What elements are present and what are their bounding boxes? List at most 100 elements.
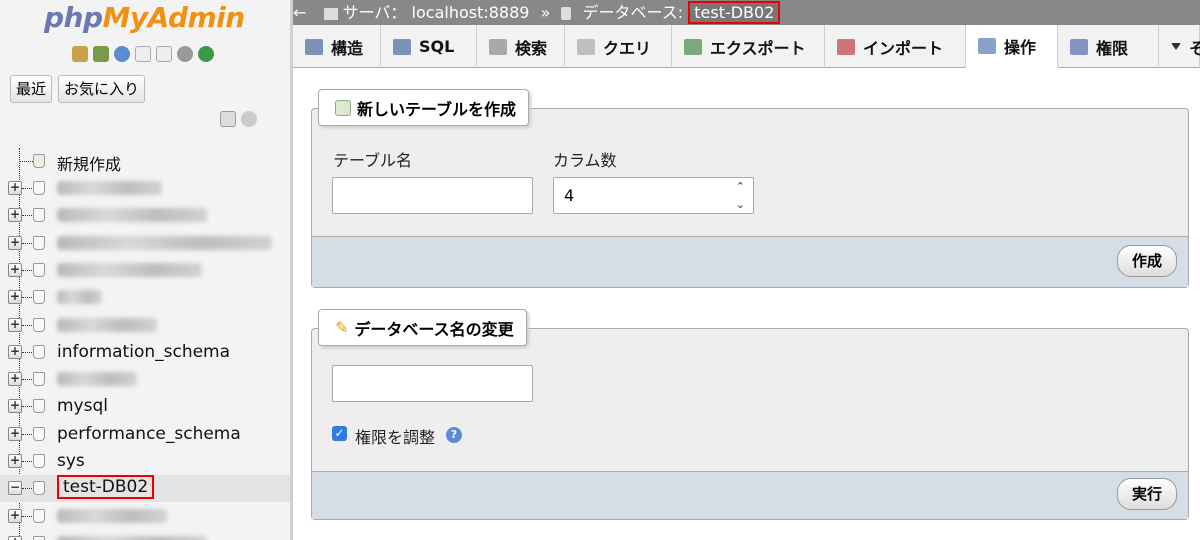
redacted-db-name (57, 535, 207, 540)
sidebar-db-item[interactable]: + (0, 312, 290, 339)
sidebar-db-item[interactable]: + performance_schema (0, 421, 290, 448)
database-icon (33, 262, 45, 277)
redacted-db-name (57, 372, 137, 387)
rename-db-legend: ✎ データベース名の変更 (318, 309, 527, 346)
sidebar-db-item[interactable]: + mysql (0, 393, 290, 420)
sidebar-db-item[interactable]: + (0, 366, 290, 393)
redacted-db-name (57, 208, 207, 223)
adjust-privileges-checkbox[interactable]: ✓ (332, 426, 347, 441)
new-db-name-input[interactable] (332, 365, 533, 402)
expand-icon[interactable]: + (8, 372, 22, 387)
server-icon (323, 7, 338, 20)
structure-icon (305, 38, 323, 55)
docs-icon[interactable] (135, 46, 151, 62)
create-table-footer (312, 236, 1188, 287)
favorites-button[interactable]: お気に入り (58, 75, 146, 103)
sidebar-resizer[interactable] (290, 0, 293, 540)
tab-sql[interactable]: SQL (381, 25, 477, 68)
redacted-db-name (57, 317, 157, 332)
expand-icon[interactable]: + (8, 235, 22, 250)
sql-icon (393, 38, 411, 55)
expand-icon[interactable]: + (8, 399, 22, 414)
table-name-input[interactable] (332, 177, 533, 214)
expand-icon[interactable]: + (8, 344, 22, 359)
db-name: test-DB02 (57, 475, 155, 500)
expand-icon[interactable]: + (8, 317, 22, 332)
tree-connector (22, 324, 32, 326)
db-name: information_schema (57, 341, 231, 362)
navigation-sidebar: phpMyAdmin 最近 お気に入り 新規作成 + + + + + + + informati… (0, 0, 290, 540)
sidebar-db-item[interactable]: + sys (0, 448, 290, 475)
tab-query[interactable]: クエリ (565, 25, 672, 68)
logout-icon[interactable] (93, 46, 109, 62)
new-database-item[interactable]: 新規作成 (0, 148, 290, 175)
expand-icon[interactable]: + (8, 262, 22, 277)
sidebar-db-item[interactable]: + (0, 230, 290, 257)
help-icon[interactable] (114, 46, 130, 62)
import-icon (837, 38, 855, 55)
expand-icon[interactable]: + (8, 454, 22, 468)
search-icon (489, 38, 507, 55)
privileges-icon (1070, 38, 1088, 55)
redacted-db-name (57, 508, 167, 523)
sidebar-db-item[interactable]: + (0, 175, 290, 202)
sidebar-db-item[interactable]: + (0, 530, 290, 540)
expand-icon[interactable]: + (8, 181, 22, 195)
adjust-privileges-label[interactable]: 権限を調整 (355, 424, 435, 448)
export-icon (684, 38, 702, 55)
recent-button[interactable]: 最近 (10, 75, 53, 103)
redacted-db-name (57, 290, 102, 305)
tab-label: インポート (863, 38, 944, 58)
collapse-arrow-icon[interactable]: ← (293, 3, 306, 22)
sidebar-db-item[interactable]: + information_schema (0, 339, 290, 366)
redacted-db-name (57, 262, 202, 277)
database-icon (33, 426, 45, 441)
collapse-all-icon[interactable] (220, 111, 236, 127)
gear-icon[interactable] (177, 46, 193, 62)
link-icon[interactable] (241, 111, 257, 127)
column-count-label: カラム数 (553, 151, 617, 170)
execute-button[interactable]: 実行 (1117, 478, 1178, 510)
create-button[interactable]: 作成 (1117, 245, 1178, 277)
expand-icon[interactable]: + (8, 535, 22, 540)
tab-wrench[interactable]: 操作 (966, 25, 1058, 68)
sidebar-db-item[interactable]: + (0, 202, 290, 229)
breadcrumb-database[interactable]: test-DB02 (688, 1, 781, 24)
tab-structure[interactable]: 構造 (293, 25, 381, 68)
tab-import[interactable]: インポート (825, 25, 966, 68)
sidebar-db-item[interactable]: + (0, 257, 290, 284)
breadcrumb-server-label: サーバ： (342, 3, 407, 22)
tab-more[interactable]: そ (1159, 25, 1200, 68)
tab-search[interactable]: 検索 (477, 25, 565, 68)
database-icon (33, 508, 45, 523)
tab-label: 権限 (1096, 38, 1129, 58)
db-name: mysql (57, 396, 108, 417)
new-database-label: 新規作成 (57, 155, 122, 174)
expand-icon[interactable]: + (8, 508, 22, 523)
wrench-icon (978, 38, 996, 54)
tree-connector (22, 242, 32, 244)
column-count-stepper[interactable]: 4 ⌃ ⌄ (553, 177, 754, 214)
breadcrumb-server[interactable]: localhost:8889 (412, 3, 530, 22)
breadcrumb: ← サーバ： localhost:8889 » データベース: test-DB0… (293, 0, 1200, 25)
tab-label: 検索 (515, 38, 548, 58)
reload-icon[interactable] (198, 46, 214, 62)
stepper-arrows-icon[interactable]: ⌃ ⌄ (736, 178, 745, 214)
sidebar-db-item[interactable]: + (0, 284, 290, 311)
tree-connector (22, 297, 32, 299)
help-icon[interactable]: ? (446, 427, 462, 443)
sidebar-db-item[interactable]: − test-DB02 (0, 475, 290, 503)
tab-export[interactable]: エクスポート (672, 25, 825, 68)
copy-icon[interactable] (156, 46, 172, 62)
tree-connector (22, 269, 32, 271)
tree-connector (22, 215, 32, 217)
expand-icon[interactable]: + (8, 290, 22, 305)
tab-privileges[interactable]: 権限 (1058, 25, 1159, 68)
phpmyadmin-logo[interactable]: phpMyAdmin (44, 0, 245, 36)
home-icon[interactable] (72, 46, 88, 62)
breadcrumb-separator: » (540, 3, 551, 22)
expand-icon[interactable]: + (8, 426, 22, 441)
expand-icon[interactable]: + (8, 208, 22, 223)
collapse-icon[interactable]: − (8, 481, 22, 496)
sidebar-db-item[interactable]: + (0, 503, 290, 530)
